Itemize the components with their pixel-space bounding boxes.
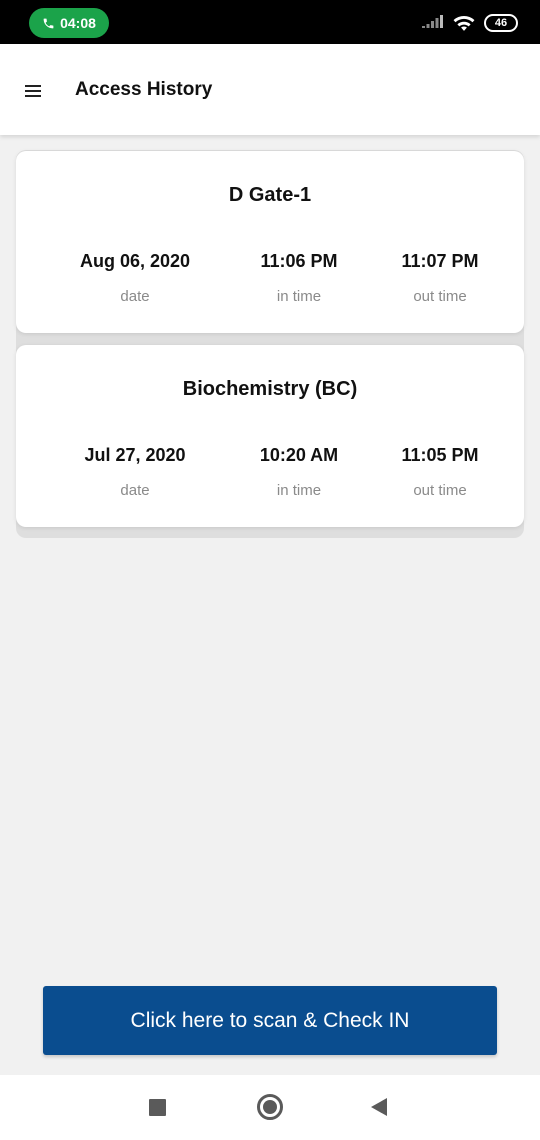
date-column: Aug 06, 2020 date bbox=[60, 251, 210, 305]
app-bar: Access History bbox=[0, 44, 540, 135]
recents-square-icon[interactable] bbox=[149, 1099, 166, 1116]
location-name: Biochemistry (BC) bbox=[182, 378, 358, 400]
system-nav-bar bbox=[0, 1075, 540, 1140]
page-title: Access History bbox=[75, 79, 213, 100]
out-time-label: out time bbox=[413, 482, 467, 499]
date-label: date bbox=[120, 482, 150, 499]
location-name: D Gate-1 bbox=[228, 184, 312, 206]
battery-level: 46 bbox=[494, 17, 508, 29]
screen: 04:08 46 Access History D Gate-1 Aug 06,… bbox=[0, 0, 540, 1140]
call-duration: 04:08 bbox=[60, 15, 96, 31]
out-time-column: 11:05 PM out time bbox=[365, 445, 515, 499]
in-time-column: 11:06 PM in time bbox=[224, 251, 374, 305]
out-time-value: 11:07 PM bbox=[401, 251, 479, 271]
hamburger-menu-icon bbox=[25, 85, 41, 97]
back-triangle-icon[interactable] bbox=[371, 1098, 387, 1116]
out-time-column: 11:07 PM out time bbox=[365, 251, 515, 305]
date-value: Aug 06, 2020 bbox=[79, 251, 191, 271]
history-card[interactable]: D Gate-1 Aug 06, 2020 date 11:06 PM in t… bbox=[16, 151, 524, 333]
signal-icon bbox=[422, 15, 443, 28]
battery-icon: 46 bbox=[484, 14, 518, 32]
date-value: Jul 27, 2020 bbox=[84, 445, 186, 465]
scan-check-in-button[interactable]: Click here to scan & Check IN bbox=[43, 986, 497, 1055]
phone-icon bbox=[43, 18, 54, 28]
status-bar: 04:08 46 bbox=[0, 0, 540, 44]
in-time-label: in time bbox=[276, 482, 322, 499]
in-time-label: in time bbox=[276, 288, 322, 305]
ongoing-call-pill[interactable]: 04:08 bbox=[29, 8, 109, 38]
out-time-value: 11:05 PM bbox=[401, 445, 479, 465]
in-time-value: 10:20 AM bbox=[259, 445, 339, 465]
history-card[interactable]: Biochemistry (BC) Jul 27, 2020 date 10:2… bbox=[16, 345, 524, 527]
scan-check-in-label: Click here to scan & Check IN bbox=[130, 1008, 410, 1032]
in-time-value: 11:06 PM bbox=[260, 251, 338, 271]
home-circle-icon[interactable] bbox=[257, 1094, 283, 1120]
out-time-label: out time bbox=[413, 288, 467, 305]
date-label: date bbox=[120, 288, 150, 305]
wifi-icon bbox=[453, 15, 475, 31]
status-icons: 46 bbox=[422, 12, 518, 34]
menu-button[interactable] bbox=[20, 78, 46, 104]
date-column: Jul 27, 2020 date bbox=[60, 445, 210, 499]
in-time-column: 10:20 AM in time bbox=[224, 445, 374, 499]
